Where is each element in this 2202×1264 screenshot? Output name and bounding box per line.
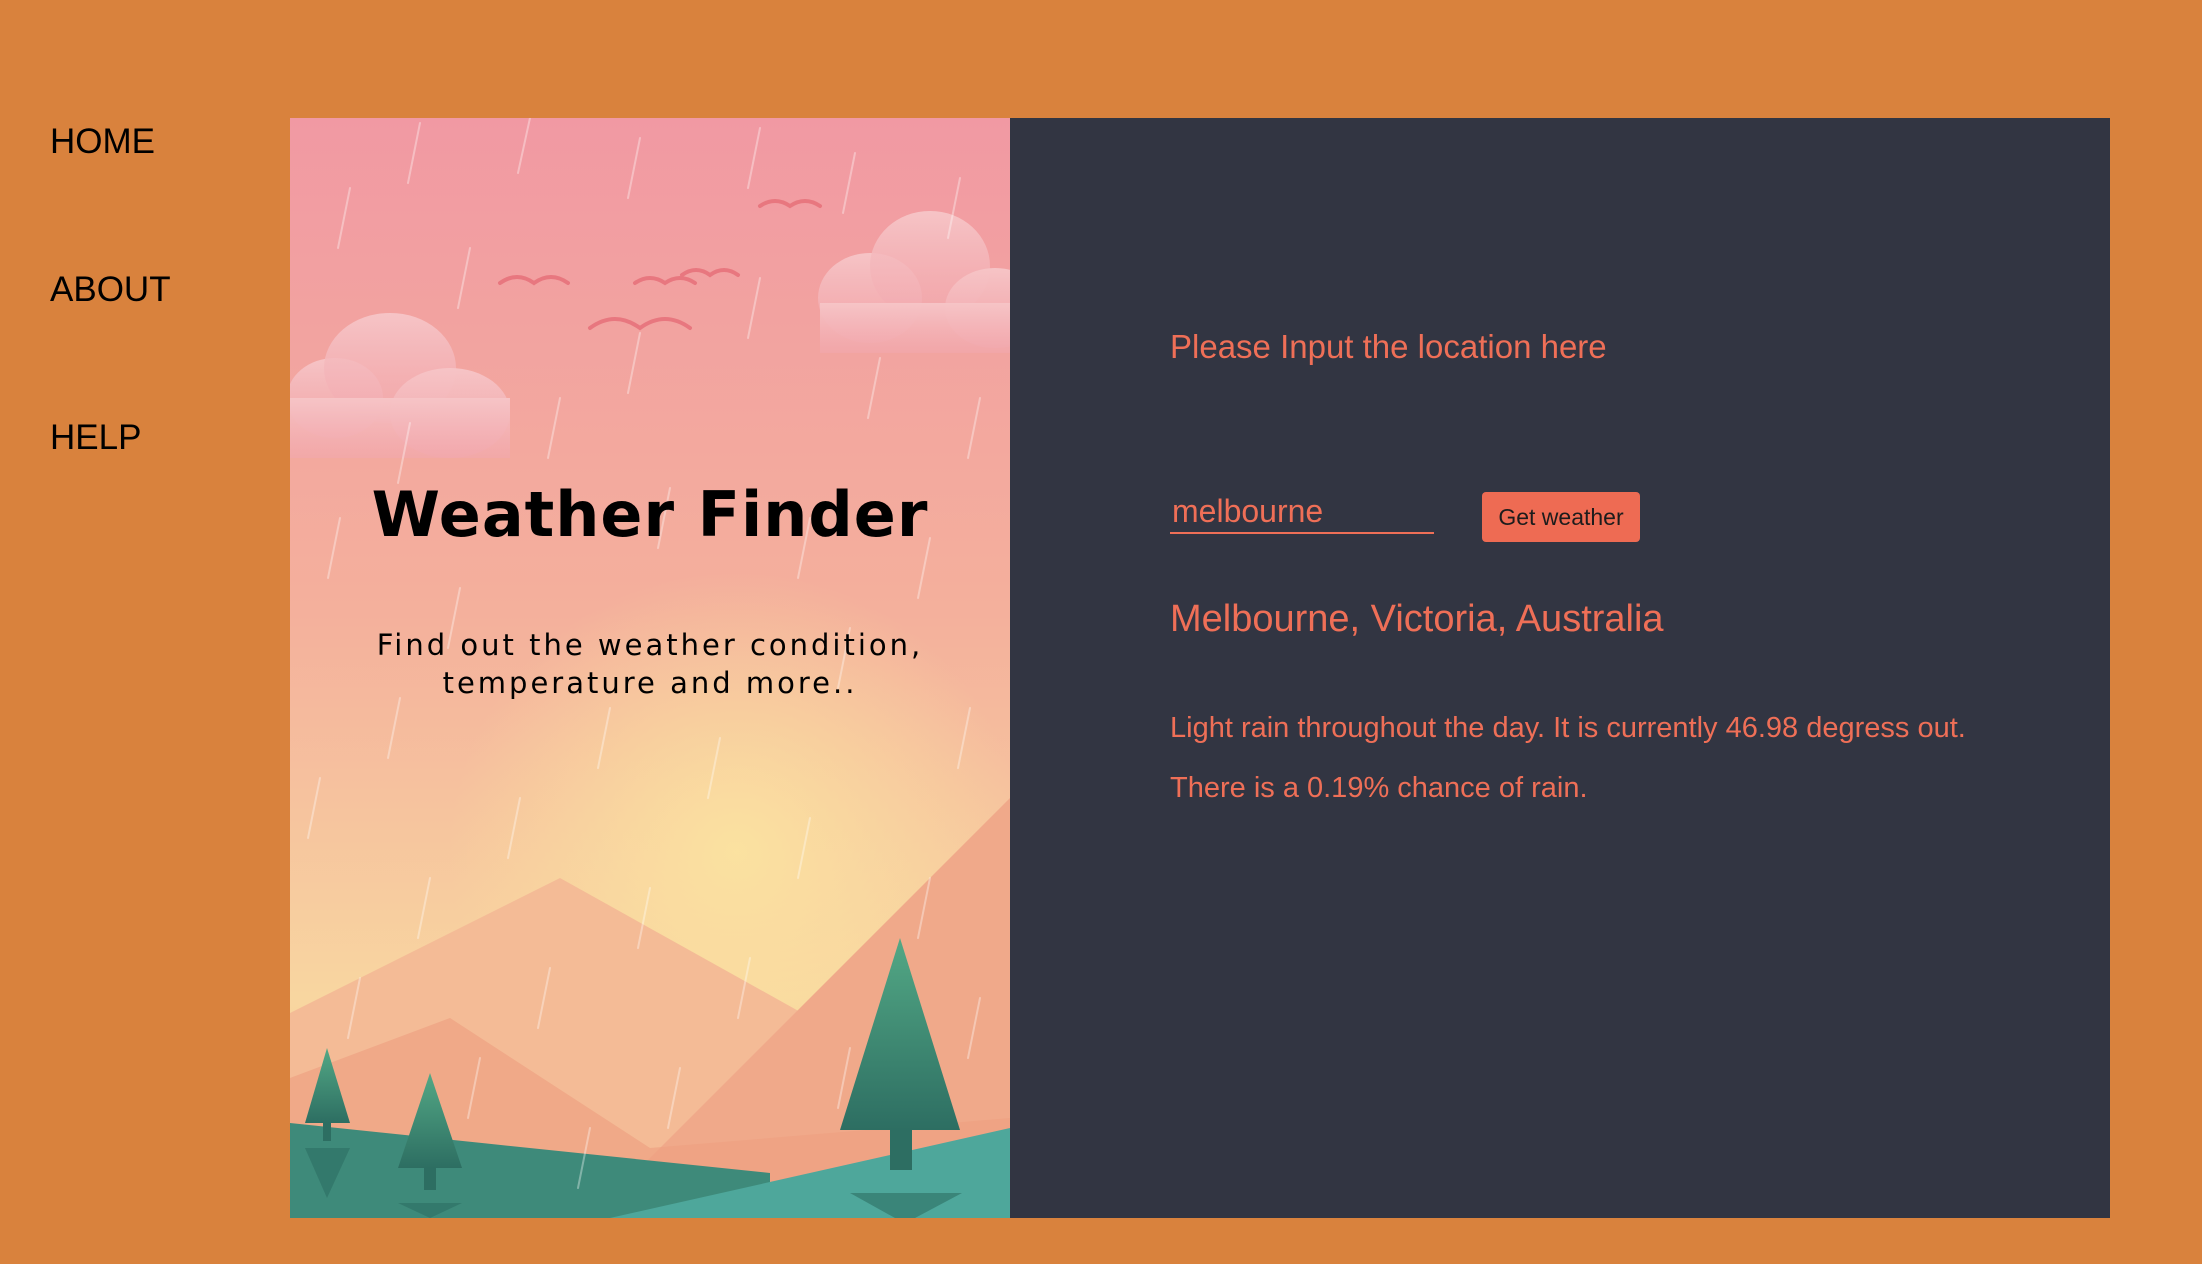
app-subtitle-line-1: Find out the weather condition,	[376, 628, 924, 662]
result-rain-chance: There is a 0.19% chance of rain.	[1170, 772, 1588, 804]
location-input[interactable]	[1170, 490, 1434, 534]
nav-about-link[interactable]: ABOUT	[50, 270, 171, 310]
result-description: Light rain throughout the day. It is cur…	[1170, 712, 1966, 744]
location-prompt: Please Input the location here	[1170, 328, 1607, 365]
page: HOME ABOUT HELP Weather Finder Find out …	[0, 0, 2202, 1264]
result-location: Melbourne, Victoria, Australia	[1170, 598, 1664, 640]
weather-card: Weather Finder Find out the weather cond…	[290, 118, 2110, 1218]
app-subtitle-line-2: temperature and more..	[442, 666, 858, 700]
weather-form-panel: Please Input the location here Get weath…	[1010, 118, 2110, 1218]
nav-home-link[interactable]: HOME	[50, 122, 155, 162]
app-subtitle: Find out the weather condition, temperat…	[290, 626, 1010, 702]
nav-help-link[interactable]: HELP	[50, 418, 141, 458]
app-title: Weather Finder	[371, 478, 929, 551]
hero-panel: Weather Finder Find out the weather cond…	[290, 118, 1010, 1218]
get-weather-button[interactable]: Get weather	[1482, 492, 1640, 542]
